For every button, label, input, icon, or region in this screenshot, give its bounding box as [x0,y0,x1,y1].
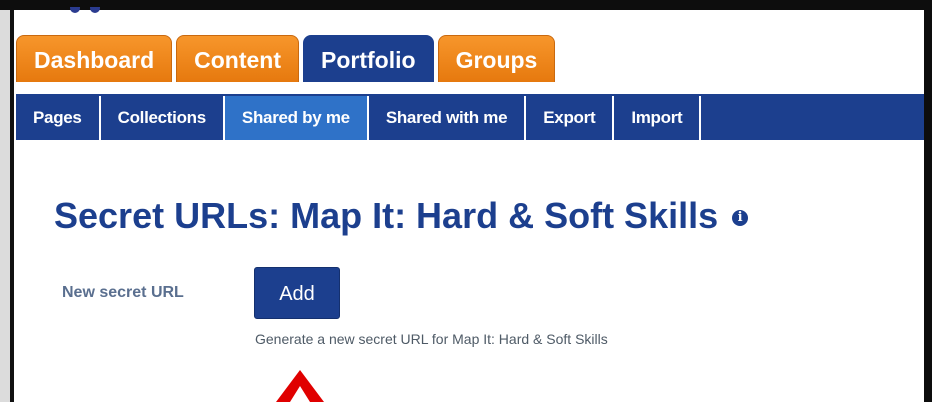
annotation-arrow-icon [276,370,324,402]
subtab-import[interactable]: Import [614,96,702,140]
frame-right-border [924,0,932,402]
subtab-shared-by-me[interactable]: Shared by me [224,96,369,140]
tab-dashboard[interactable]: Dashboard [16,35,173,82]
new-secret-url-label: New secret URL [62,284,184,301]
tab-groups[interactable]: Groups [437,35,556,82]
subtab-export[interactable]: Export [526,96,615,140]
subtab-shared-with-me[interactable]: Shared with me [369,96,527,140]
tab-portfolio[interactable]: Portfolio [303,35,434,82]
info-icon[interactable]: i [732,210,749,227]
frame-left-border-inner [10,10,14,402]
main-navigation: Dashboard Content Portfolio Groups [16,35,559,83]
subtab-collections[interactable]: Collections [101,96,225,140]
page-title: Secret URLs: Map It: Hard & Soft Skills [54,195,719,236]
subtab-pages[interactable]: Pages [16,96,101,140]
site-logo-fragment [70,0,150,13]
tab-content[interactable]: Content [176,35,300,82]
add-secret-url-button[interactable]: Add [254,267,340,319]
sub-navigation: Pages Collections Shared by me Shared wi… [16,94,924,140]
page-title-container: Secret URLs: Map It: Hard & Soft Skills … [54,195,749,237]
add-secret-url-help: Generate a new secret URL for Map It: Ha… [255,331,608,347]
